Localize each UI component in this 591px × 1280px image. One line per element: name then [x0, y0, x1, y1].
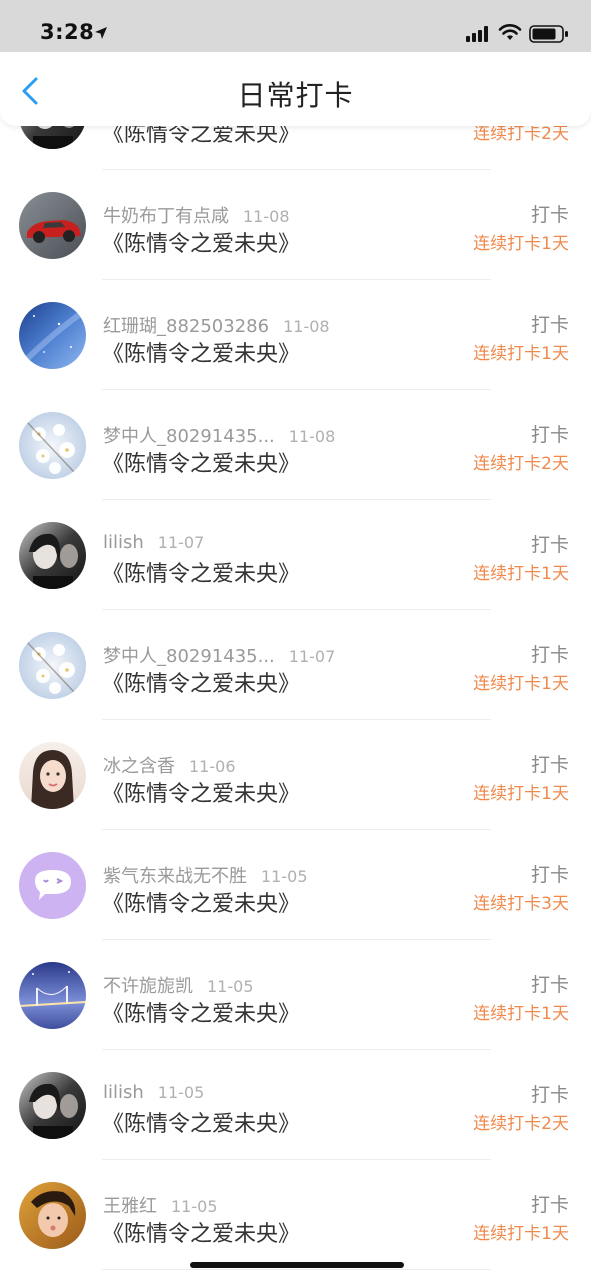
checkin-label: 打卡 — [530, 974, 569, 996]
streak-label: 连续打卡1天 — [473, 784, 569, 804]
user-name-text: 牛奶布丁有点咸 — [103, 206, 229, 227]
streak-label: 连续打卡1天 — [473, 564, 569, 584]
list-item[interactable]: 梦中人_80291435... 11-08 《陈情令之爱未央》 打卡连续打卡2天 — [0, 390, 591, 500]
user-name-text: 紫气东来战无不胜 — [103, 866, 247, 887]
white-flowers-avatar[interactable] — [19, 412, 86, 479]
user-name: lilish 11-05 — [103, 1082, 204, 1103]
post-date: 11-08 — [243, 207, 290, 226]
location-arrow-icon — [95, 27, 107, 39]
battery-icon — [529, 25, 568, 43]
post-title: 《陈情令之爱未央》 — [102, 782, 301, 807]
checkin-label: 打卡 — [530, 534, 569, 556]
checkin-label: 打卡 — [530, 204, 569, 226]
checkin-label: 打卡 — [530, 1084, 569, 1106]
user-name: lilish 11-07 — [103, 532, 204, 553]
screen: 《陈情令之爱未央》 连续打卡2天 牛奶布丁有点咸 11-08 《陈情令之爱未央》 打卡 连续… — [0, 0, 591, 1280]
user-name-text: lilish — [103, 1082, 144, 1103]
nav-bar: 日常打卡 — [0, 52, 591, 126]
post-date: 11-05 — [171, 1197, 218, 1216]
user-name: 紫气东来战无不胜 11-05 — [103, 862, 308, 888]
purple-chat-avatar[interactable] — [19, 852, 86, 919]
user-name: 冰之含香 11-06 — [103, 752, 236, 778]
checkin-label: 打卡 — [530, 1194, 569, 1216]
list-item[interactable]: lilish 11-05 《陈情令之爱未央》 打卡连续打卡2天 — [0, 1050, 591, 1160]
list-item[interactable]: 紫气东来战无不胜 11-05 《陈情令之爱未央》 打卡连续打卡3天 — [0, 830, 591, 940]
post-title: 《陈情令之爱未央》 — [102, 892, 301, 917]
post-date: 11-05 — [157, 1083, 205, 1102]
post-title: 《陈情令之爱未央》 — [102, 1002, 301, 1027]
streak-label: 连续打卡2天 — [473, 1114, 569, 1134]
user-name-text: 冰之含香 — [103, 756, 175, 777]
signal-icon — [466, 26, 488, 42]
streak-label: 连续打卡1天 — [473, 1004, 569, 1024]
post-title: 《陈情令之爱未央》 — [102, 1222, 301, 1247]
streak-label: 连续打卡1天 — [473, 344, 569, 364]
user-name-text: 不许旎旎凯 — [103, 976, 193, 997]
post-title: 《陈情令之爱未央》 — [102, 342, 301, 367]
red-car-avatar[interactable] — [19, 192, 86, 259]
post-date: 11-07 — [288, 647, 336, 666]
post-date: 11-06 — [189, 757, 236, 776]
checkin-label: 打卡 — [530, 314, 569, 336]
post-title: 《陈情令之爱未央》 — [102, 452, 301, 477]
post-date: 11-08 — [288, 427, 336, 446]
page-title: 日常打卡 — [237, 79, 354, 112]
night-bridge-avatar[interactable] — [19, 962, 86, 1029]
user-name: 梦中人_80291435... 11-07 — [103, 642, 335, 668]
status-time: 3:28 — [40, 20, 95, 44]
post-date: 11-05 — [261, 867, 308, 886]
checkin-label: 打卡 — [530, 644, 569, 666]
wifi-icon — [498, 24, 522, 40]
post-date: 11-05 — [207, 977, 254, 996]
post-title: 《陈情令之爱未央》 — [102, 232, 301, 257]
user-name: 王雅红 11-05 — [103, 1192, 218, 1218]
list-item[interactable]: 牛奶布丁有点咸 11-08 《陈情令之爱未央》 打卡连续打卡1天 — [0, 170, 591, 280]
user-name-text: 梦中人_80291435... — [103, 646, 275, 667]
post-title: 《陈情令之爱未央》 — [102, 672, 301, 697]
user-name: 梦中人_80291435... 11-08 — [103, 422, 335, 448]
streak-label: 连续打卡2天 — [473, 454, 569, 474]
dark-portrait-avatar[interactable] — [19, 1072, 86, 1139]
white-flowers-avatar[interactable] — [19, 632, 86, 699]
home-indicator[interactable] — [190, 1262, 404, 1268]
checkin-label: 打卡 — [530, 424, 569, 446]
post-date: 11-08 — [283, 317, 330, 336]
user-name: 红珊瑚_882503286 11-08 — [103, 312, 330, 338]
list-item[interactable]: 王雅红 11-05 《陈情令之爱未央》 打卡连续打卡1天 — [0, 1160, 591, 1270]
status-bar: 3:28 — [0, 0, 591, 52]
user-name-text: 王雅红 — [103, 1196, 157, 1217]
checkin-label: 打卡 — [530, 754, 569, 776]
streak-label: 连续打卡3天 — [473, 894, 569, 914]
user-name: 牛奶布丁有点咸 11-08 — [103, 202, 290, 228]
list-item[interactable]: 不许旎旎凯 11-05 《陈情令之爱未央》 打卡连续打卡1天 — [0, 940, 591, 1050]
post-date: 11-07 — [157, 533, 205, 552]
user-name-text: lilish — [103, 532, 144, 553]
streak-label: 连续打卡1天 — [473, 674, 569, 694]
post-title: 《陈情令之爱未央》 — [102, 562, 301, 587]
list-item[interactable]: 梦中人_80291435... 11-07 《陈情令之爱未央》 打卡连续打卡1天 — [0, 610, 591, 720]
child-photo-avatar[interactable] — [19, 1182, 86, 1249]
list-item[interactable]: 红珊瑚_882503286 11-08 《陈情令之爱未央》 打卡连续打卡1天 — [0, 280, 591, 390]
list-item[interactable]: 冰之含香 11-06 《陈情令之爱未央》 打卡连续打卡1天 — [0, 720, 591, 830]
user-name: 不许旎旎凯 11-05 — [103, 972, 254, 998]
user-name-text: 红珊瑚_882503286 — [103, 316, 270, 337]
streak-label: 连续打卡1天 — [473, 1224, 569, 1244]
starry-sky-avatar[interactable] — [19, 302, 86, 369]
user-name-text: 梦中人_80291435... — [103, 426, 275, 447]
girl-portrait-avatar[interactable] — [19, 742, 86, 809]
streak-label: 连续打卡1天 — [473, 234, 569, 254]
post-title: 《陈情令之爱未央》 — [102, 1112, 301, 1137]
list-item[interactable]: lilish 11-07 《陈情令之爱未央》 打卡连续打卡1天 — [0, 500, 591, 610]
dark-portrait-avatar[interactable] — [19, 522, 86, 589]
checkin-label: 打卡 — [530, 864, 569, 886]
checkin-list[interactable]: 《陈情令之爱未央》 连续打卡2天 牛奶布丁有点咸 11-08 《陈情令之爱未央》 打卡 连续… — [0, 60, 591, 1270]
